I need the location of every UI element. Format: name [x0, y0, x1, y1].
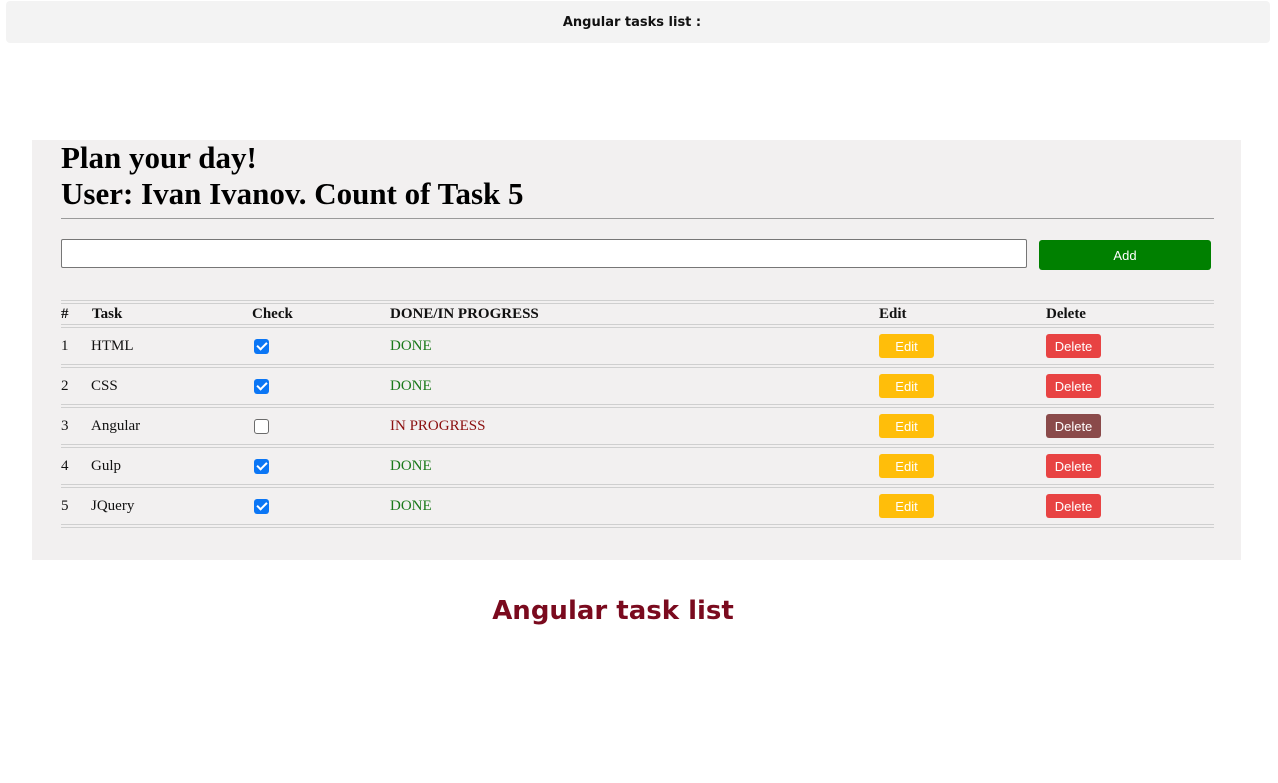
task-status: DONE	[390, 457, 432, 474]
task-name: JQuery	[91, 497, 135, 514]
delete-button[interactable]: Delete	[1046, 374, 1101, 398]
check-cell	[252, 328, 269, 364]
table-header-row: # Task Check DONE/IN PROGRESS Edit Delet…	[61, 300, 1214, 328]
top-bar: Angular tasks list :	[6, 1, 1270, 43]
table-row: 4 Gulp DONE Edit Delete	[61, 448, 1214, 488]
task-name: Angular	[91, 417, 141, 434]
add-button[interactable]: Add	[1039, 240, 1211, 270]
task-status: DONE	[390, 497, 432, 514]
edit-button[interactable]: Edit	[879, 374, 934, 398]
edit-cell: Edit	[879, 408, 934, 444]
task-checkbox[interactable]	[254, 338, 269, 354]
status-cell: DONE	[390, 328, 432, 364]
footer-title: Angular task list	[492, 596, 734, 626]
delete-button[interactable]: Delete	[1046, 494, 1101, 518]
task-number: 4	[61, 457, 69, 474]
task-name: Gulp	[91, 457, 121, 474]
status-cell: DONE	[390, 488, 432, 524]
panel-heading: Plan your day! User: Ivan Ivanov. Count …	[61, 140, 524, 212]
table-row: 1 HTML DONE Edit Delete	[61, 328, 1214, 368]
edit-cell: Edit	[879, 488, 934, 524]
delete-cell: Delete	[1046, 368, 1101, 404]
header-num: #	[61, 305, 69, 322]
status-cell: DONE	[390, 448, 432, 484]
delete-button[interactable]: Delete	[1046, 334, 1101, 358]
task-number: 5	[61, 497, 69, 514]
heading-user-count: User: Ivan Ivanov. Count of Task 5	[61, 176, 524, 211]
top-bar-title: Angular tasks list :	[562, 14, 702, 30]
table-row: 3 Angular IN PROGRESS Edit Delete	[61, 408, 1214, 448]
delete-button[interactable]: Delete	[1046, 454, 1101, 478]
edit-button[interactable]: Edit	[879, 334, 934, 358]
delete-button[interactable]: Delete	[1046, 414, 1101, 438]
edit-button[interactable]: Edit	[879, 454, 934, 478]
delete-cell: Delete	[1046, 448, 1101, 484]
task-table: # Task Check DONE/IN PROGRESS Edit Delet…	[61, 300, 1214, 528]
delete-cell: Delete	[1046, 328, 1101, 364]
heading-plan: Plan your day!	[61, 140, 257, 175]
edit-cell: Edit	[879, 328, 934, 364]
task-number: 1	[61, 337, 69, 354]
task-checkbox[interactable]	[254, 498, 269, 514]
check-cell	[252, 448, 269, 484]
status-cell: DONE	[390, 368, 432, 404]
delete-cell: Delete	[1046, 488, 1101, 524]
task-panel: Plan your day! User: Ivan Ivanov. Count …	[32, 140, 1241, 560]
check-cell	[252, 408, 269, 444]
header-status: DONE/IN PROGRESS	[390, 305, 539, 322]
status-cell: IN PROGRESS	[390, 408, 485, 444]
task-name: HTML	[91, 337, 134, 354]
divider	[61, 218, 1214, 219]
check-cell	[252, 368, 269, 404]
task-status: DONE	[390, 377, 432, 394]
edit-cell: Edit	[879, 368, 934, 404]
task-status: DONE	[390, 337, 432, 354]
header-task: Task	[92, 305, 123, 322]
edit-cell: Edit	[879, 448, 934, 484]
delete-cell: Delete	[1046, 408, 1101, 444]
task-checkbox[interactable]	[254, 378, 269, 394]
table-row: 2 CSS DONE Edit Delete	[61, 368, 1214, 408]
table-row: 5 JQuery DONE Edit Delete	[61, 488, 1214, 528]
header-edit: Edit	[879, 305, 907, 322]
header-check: Check	[252, 305, 293, 322]
header-delete: Delete	[1046, 305, 1086, 322]
task-checkbox[interactable]	[254, 458, 269, 474]
task-checkbox[interactable]	[254, 418, 269, 434]
task-name: CSS	[91, 377, 118, 394]
edit-button[interactable]: Edit	[879, 494, 934, 518]
new-task-input[interactable]	[61, 239, 1027, 268]
edit-button[interactable]: Edit	[879, 414, 934, 438]
task-number: 3	[61, 417, 69, 434]
check-cell	[252, 488, 269, 524]
task-status: IN PROGRESS	[390, 417, 486, 434]
task-number: 2	[61, 377, 69, 394]
